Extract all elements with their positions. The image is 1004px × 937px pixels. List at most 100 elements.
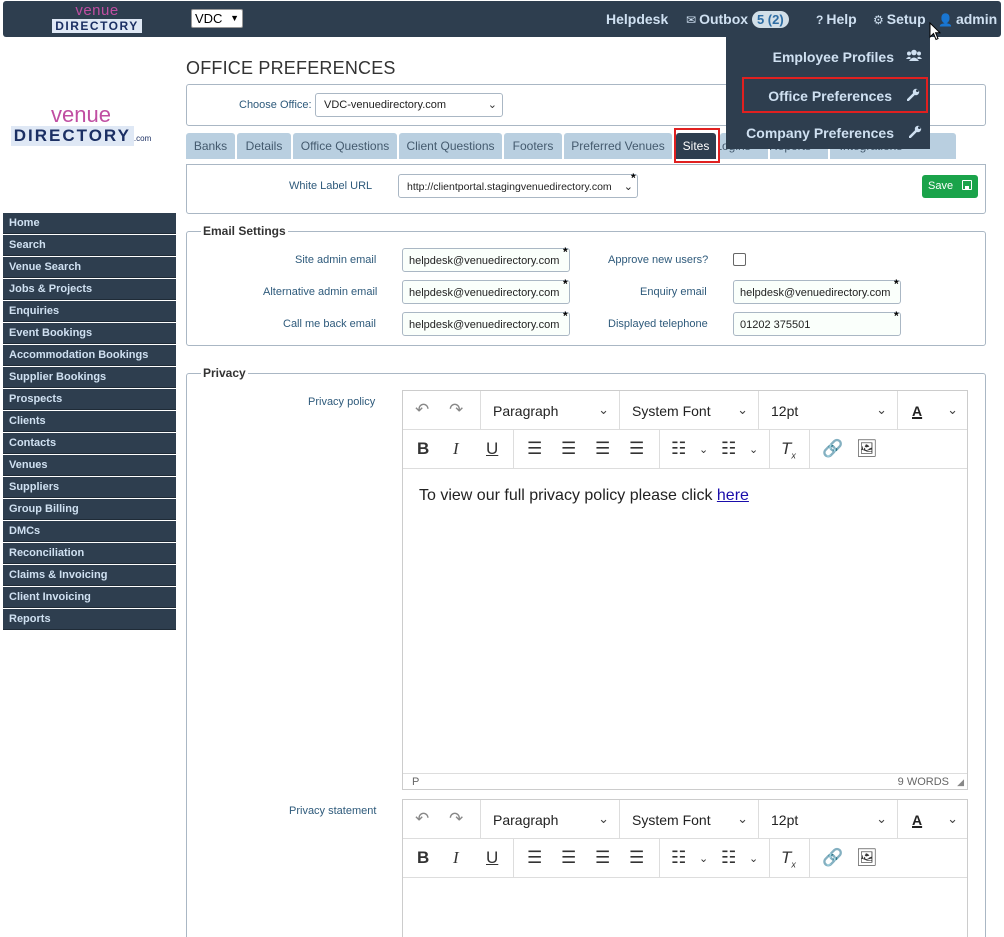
align-left-icon[interactable]: ☰ — [527, 439, 542, 459]
clear-formatting-icon[interactable]: Tx — [781, 439, 796, 460]
user-menu[interactable]: 👤 admin — [938, 11, 997, 27]
align-justify-icon[interactable]: ☰ — [629, 848, 644, 868]
sidebar-item-accommodation-bookings[interactable]: Accommodation Bookings — [3, 345, 176, 366]
privacy-policy-link[interactable]: here — [717, 487, 749, 504]
help-link[interactable]: ? Help — [816, 11, 857, 27]
call-me-back-email-input[interactable]: helpdesk@venuedirectory.com — [402, 312, 570, 336]
chevron-down-icon[interactable]: ⌄ — [749, 443, 758, 456]
sidebar-item-dmcs[interactable]: DMCs — [3, 521, 176, 542]
align-center-icon[interactable]: ☰ — [561, 439, 576, 459]
site-admin-email-input[interactable]: helpdesk@venuedirectory.com — [402, 248, 570, 272]
image-icon[interactable]: 🖼 — [856, 848, 878, 868]
redo-icon[interactable]: ↷ — [449, 400, 463, 420]
editor-content[interactable]: To view our full privacy policy please c… — [403, 469, 967, 523]
sidebar-item-reports[interactable]: Reports — [3, 609, 176, 630]
bold-icon[interactable]: B — [417, 439, 429, 459]
displayed-telephone-input[interactable]: 01202 375501 — [733, 312, 901, 336]
italic-icon[interactable]: I — [453, 848, 459, 868]
link-icon[interactable]: 🔗 — [822, 848, 843, 868]
sidebar-item-jobs-projects[interactable]: Jobs & Projects — [3, 279, 176, 300]
tab-office-questions[interactable]: Office Questions — [293, 133, 397, 159]
block-format-select[interactable]: Paragraph ⌄ — [480, 391, 619, 429]
align-left-icon[interactable]: ☰ — [527, 848, 542, 868]
tab-banks[interactable]: Banks — [186, 133, 235, 159]
align-right-icon[interactable]: ☰ — [595, 439, 610, 459]
tab-client-questions[interactable]: Client Questions — [399, 133, 502, 159]
privacy-policy-label: Privacy policy — [308, 396, 376, 408]
underline-icon[interactable]: U — [486, 439, 498, 459]
helpdesk-link[interactable]: Helpdesk — [606, 11, 668, 27]
font-family-select[interactable]: System Font ⌄ — [619, 391, 758, 429]
toolbar-divider — [513, 839, 514, 877]
chevron-down-icon[interactable]: ⌄ — [699, 852, 708, 865]
enquiry-email-input[interactable]: helpdesk@venuedirectory.com — [733, 280, 901, 304]
sidebar-item-home[interactable]: Home — [3, 213, 176, 234]
toolbar-divider — [769, 430, 770, 468]
sidebar-item-clients[interactable]: Clients — [3, 411, 176, 432]
white-label-url-select[interactable]: http://clientportal.stagingvenuedirector… — [398, 174, 638, 198]
clear-formatting-icon[interactable]: Tx — [781, 848, 796, 869]
save-button[interactable]: Save — [922, 175, 978, 198]
menu-item-employee-profiles[interactable]: Employee Profiles — [726, 39, 930, 75]
undo-icon[interactable]: ↶ — [415, 400, 429, 420]
chevron-down-icon[interactable]: ⌄ — [749, 852, 758, 865]
underline-icon[interactable]: U — [486, 848, 498, 868]
italic-icon[interactable]: I — [453, 439, 459, 459]
sidebar-item-client-invoicing[interactable]: Client Invoicing — [3, 587, 176, 608]
sidebar-item-contacts[interactable]: Contacts — [3, 433, 176, 454]
font-size-select[interactable]: 12pt ⌄ — [758, 800, 897, 838]
sidebar-item-reconciliation[interactable]: Reconciliation — [3, 543, 176, 564]
editor-toolbar-row-2: B I U ☰ ☰ ☰ ☰ ☷ ⌄ ☷ ⌄ Tx 🔗 🖼 — [403, 839, 967, 878]
image-icon[interactable]: 🖼 — [856, 439, 878, 459]
menu-item-office-preferences[interactable]: Office Preferences — [742, 77, 928, 113]
align-center-icon[interactable]: ☰ — [561, 848, 576, 868]
sidebar-item-venues[interactable]: Venues — [3, 455, 176, 476]
outbox-link[interactable]: ✉ Outbox 5 (2) — [686, 11, 789, 28]
sidebar-item-search[interactable]: Search — [3, 235, 176, 256]
sidebar-item-group-billing[interactable]: Group Billing — [3, 499, 176, 520]
menu-item-company-preferences[interactable]: Company Preferences — [726, 115, 930, 151]
text-color-button[interactable]: A ⌄ — [897, 391, 968, 429]
bullet-list-icon[interactable]: ☷ — [671, 439, 686, 459]
element-path[interactable]: P — [412, 776, 419, 788]
bold-icon[interactable]: B — [417, 848, 429, 868]
wrench-icon — [908, 125, 922, 141]
editor-content[interactable] — [403, 878, 967, 914]
redo-icon[interactable]: ↷ — [449, 809, 463, 829]
align-justify-icon[interactable]: ☰ — [629, 439, 644, 459]
white-label-url-label: White Label URL — [289, 180, 373, 192]
numbered-list-icon[interactable]: ☷ — [721, 848, 736, 868]
chevron-down-icon[interactable]: ⌄ — [699, 443, 708, 456]
numbered-list-icon[interactable]: ☷ — [721, 439, 736, 459]
choose-office-select[interactable]: VDC-venuedirectory.com ⌄ — [315, 93, 503, 117]
alternative-admin-email-input[interactable]: helpdesk@venuedirectory.com — [402, 280, 570, 304]
resize-handle-icon[interactable]: ◢ — [957, 777, 964, 788]
tab-footers[interactable]: Footers — [504, 133, 562, 159]
sidebar-item-supplier-bookings[interactable]: Supplier Bookings — [3, 367, 176, 388]
block-format-select[interactable]: Paragraph ⌄ — [480, 800, 619, 838]
sidebar-nav: Home Search Venue Search Jobs & Projects… — [3, 213, 176, 631]
word-count[interactable]: 9 WORDS — [898, 776, 949, 788]
question-circle-icon: ? — [816, 13, 824, 27]
sidebar-item-enquiries[interactable]: Enquiries — [3, 301, 176, 322]
text-color-button[interactable]: A ⌄ — [897, 800, 968, 838]
tab-preferred-venues[interactable]: Preferred Venues — [564, 133, 672, 159]
sidebar-item-event-bookings[interactable]: Event Bookings — [3, 323, 176, 344]
link-icon[interactable]: 🔗 — [822, 439, 843, 459]
sidebar-item-venue-search[interactable]: Venue Search — [3, 257, 176, 278]
sidebar-item-claims-invoicing[interactable]: Claims & Invoicing — [3, 565, 176, 586]
setup-link[interactable]: ⚙ Setup — [873, 11, 926, 27]
sidebar-item-suppliers[interactable]: Suppliers — [3, 477, 176, 498]
office-selector[interactable]: VDC ▼ — [191, 9, 243, 28]
venue-directory-logo[interactable]: venue DIRECTORY — [51, 3, 143, 36]
approve-new-users-checkbox[interactable] — [733, 253, 746, 266]
setup-label: Setup — [886, 11, 926, 27]
font-size-select[interactable]: 12pt ⌄ — [758, 391, 897, 429]
tab-details[interactable]: Details — [237, 133, 291, 159]
align-right-icon[interactable]: ☰ — [595, 848, 610, 868]
floppy-disk-icon — [962, 180, 972, 190]
bullet-list-icon[interactable]: ☷ — [671, 848, 686, 868]
font-family-select[interactable]: System Font ⌄ — [619, 800, 758, 838]
undo-icon[interactable]: ↶ — [415, 809, 429, 829]
sidebar-item-prospects[interactable]: Prospects — [3, 389, 176, 410]
